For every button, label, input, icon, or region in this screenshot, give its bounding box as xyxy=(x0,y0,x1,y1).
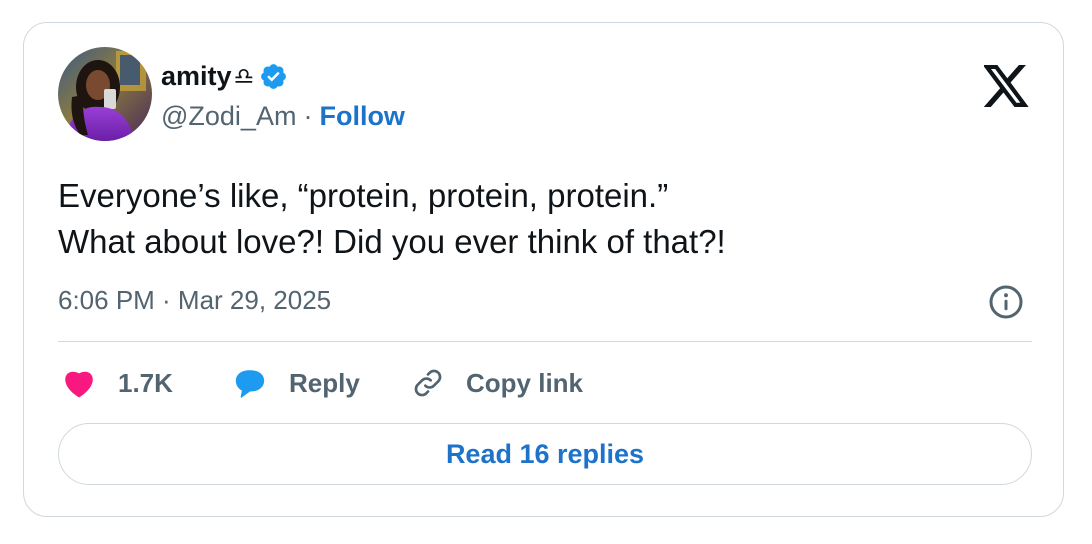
avatar-photo xyxy=(58,47,152,141)
tweet-text: Everyone’s like, “protein, protein, prot… xyxy=(58,173,1028,265)
link-icon xyxy=(414,369,442,397)
avatar[interactable] xyxy=(58,47,152,141)
like-button[interactable]: 1.7K xyxy=(62,363,173,403)
copy-link-button[interactable]: Copy link xyxy=(412,363,583,403)
read-replies-button[interactable]: Read 16 replies xyxy=(58,423,1032,485)
tweet-timestamp[interactable]: 6:06 PM · Mar 29, 2025 xyxy=(58,285,331,316)
author-handle-row: @Zodi_Am · Follow xyxy=(161,101,405,132)
speech-bubble-icon xyxy=(235,370,265,398)
info-icon[interactable] xyxy=(988,284,1024,320)
like-count: 1.7K xyxy=(118,367,173,398)
follow-button[interactable]: Follow xyxy=(319,101,404,131)
separator-dot: · xyxy=(303,101,313,131)
divider xyxy=(58,341,1032,342)
reply-button[interactable]: Reply xyxy=(232,363,360,403)
author-name-emoji: ♎ xyxy=(233,63,255,89)
x-logo-icon[interactable] xyxy=(984,65,1030,107)
heart-icon xyxy=(65,371,93,398)
author-handle[interactable]: @Zodi_Am xyxy=(161,101,296,131)
author-name-text: amity xyxy=(161,61,232,91)
tweet-embed-card: amity ♎ @Zodi_Am · Follow Everyone’s like,… xyxy=(23,22,1064,517)
tweet-text-line-2: What about love?! Did you ever think of … xyxy=(58,223,726,260)
reply-label: Reply xyxy=(289,367,360,398)
author-display-name[interactable]: amity ♎ xyxy=(161,61,288,92)
read-replies-label: Read 16 replies xyxy=(445,438,645,469)
tweet-text-line-1: Everyone’s like, “protein, protein, prot… xyxy=(58,177,669,214)
copy-link-label: Copy link xyxy=(466,367,584,398)
verified-badge-icon xyxy=(261,64,287,89)
